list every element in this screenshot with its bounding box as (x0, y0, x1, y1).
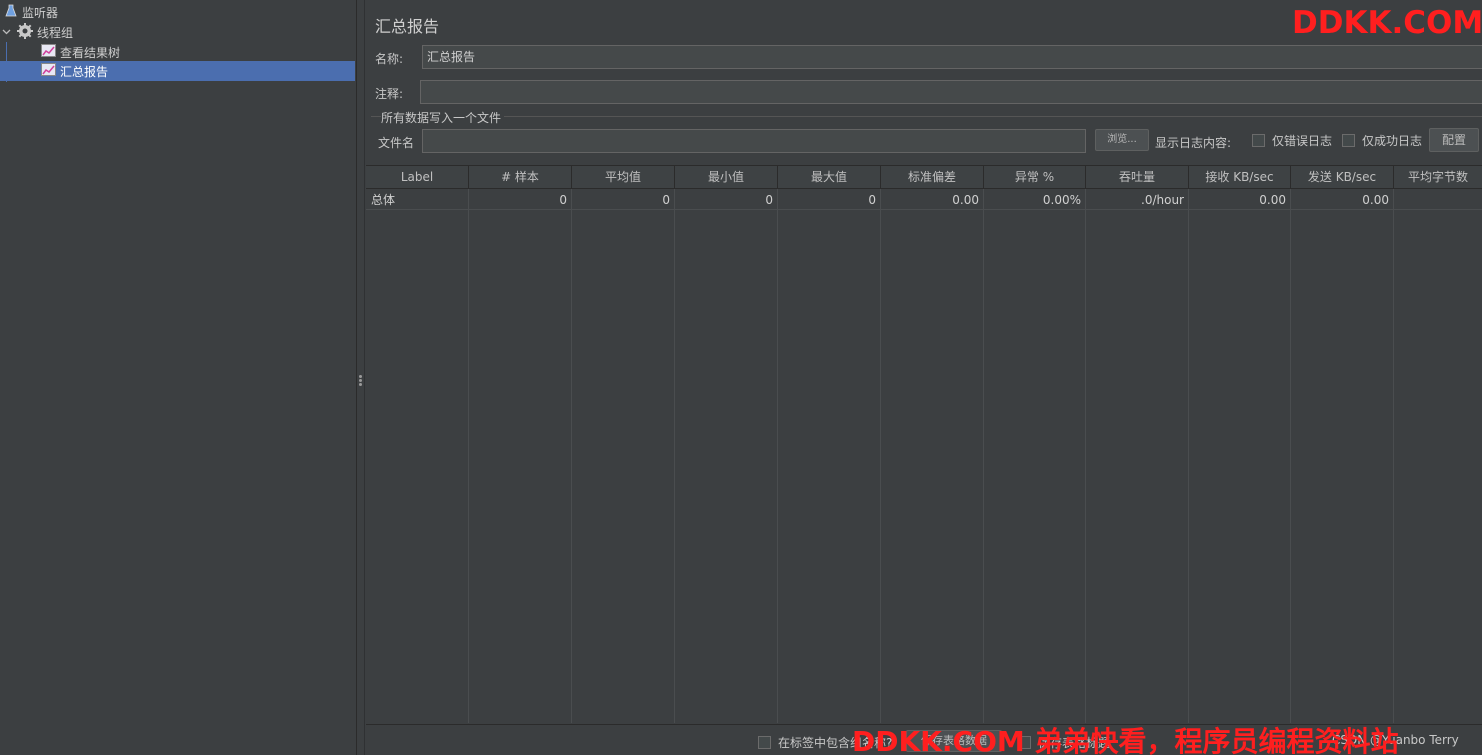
column-header[interactable]: 平均字节数 (1394, 166, 1482, 189)
column-divider (1085, 189, 1086, 723)
filename-label: 文件名 (378, 136, 415, 150)
column-divider (1188, 189, 1189, 723)
watermark-bottom: DDKK.COM 弟弟快看，程序员编程资料站 (852, 725, 1399, 755)
name-field[interactable]: 汇总报告 (422, 45, 1482, 69)
column-header[interactable]: 吞吐量 (1086, 166, 1189, 189)
chart-icon (41, 44, 56, 60)
table-cell: 0 (765, 193, 773, 207)
chevron-down-icon[interactable] (2, 25, 11, 39)
comment-field[interactable] (420, 80, 1482, 104)
column-header[interactable]: 发送 KB/sec (1291, 166, 1394, 189)
gear-icon (17, 22, 33, 42)
column-header[interactable]: Label (366, 166, 469, 189)
drag-handle-dot (359, 375, 362, 378)
tree-item-listener[interactable]: 监听器 (4, 2, 58, 22)
configure-button[interactable]: 配置 (1429, 128, 1479, 152)
tree-item-view-results-tree[interactable]: 查看结果树 (41, 42, 120, 62)
chart-icon (41, 63, 56, 79)
watermark-top: DDKK.COM (1292, 5, 1482, 41)
column-divider (1290, 189, 1291, 723)
tree-item-label: 查看结果树 (60, 45, 121, 60)
tree-item-label: 线程组 (37, 25, 74, 40)
name-label: 名称: (375, 52, 404, 66)
column-header[interactable]: 最小值 (675, 166, 778, 189)
table-cell: 0.00 (952, 193, 979, 207)
group-title: 所有数据写入一个文件 (381, 109, 505, 126)
table-cell (1394, 190, 1482, 210)
browse-button[interactable]: 浏览... (1095, 129, 1149, 151)
table-cell: 0 (662, 193, 670, 207)
checkbox-box[interactable] (1342, 134, 1355, 147)
comment-label: 注释: (375, 87, 404, 101)
column-header[interactable]: 标准偏差 (881, 166, 984, 189)
table-cell: 0.00 (1362, 193, 1389, 207)
results-table: Label # 样本 平均值 最小值 最大值 标准偏差 异常 % 吞吐量 接收 … (366, 165, 1482, 723)
column-divider (1393, 189, 1394, 723)
table-cell: 0.00% (1042, 193, 1081, 207)
column-divider (777, 189, 778, 723)
table-cell: 0 (868, 193, 876, 207)
test-plan-tree: 监听器 线程组 查看结果树 汇总报告 (0, 0, 356, 755)
column-divider (468, 189, 469, 723)
tree-item-label: 汇总报告 (60, 64, 109, 79)
errors-only-label: 仅错误日志 (1272, 134, 1333, 148)
table-cell: .0/hour (1141, 193, 1184, 207)
success-only-checkbox[interactable]: 仅成功日志 (1342, 132, 1422, 149)
column-divider (983, 189, 984, 723)
checkbox-box[interactable] (1252, 134, 1265, 147)
group-border (371, 116, 1482, 117)
column-header[interactable]: 平均值 (572, 166, 675, 189)
table-cell: 0 (559, 193, 567, 207)
summary-report-panel: 汇总报告 名称: 汇总报告 注释: 所有数据写入一个文件 文件名 浏览... 显… (366, 0, 1482, 755)
column-header[interactable]: 异常 % (984, 166, 1086, 189)
column-divider (674, 189, 675, 723)
column-header[interactable]: 接收 KB/sec (1189, 166, 1291, 189)
table-cell: 0.00 (1259, 193, 1286, 207)
tree-item-label: 监听器 (22, 5, 59, 20)
drag-handle-dot (359, 383, 362, 386)
split-pane-divider[interactable] (356, 0, 365, 755)
tree-item-summary-report[interactable]: 汇总报告 (0, 61, 355, 81)
checkbox-box[interactable] (758, 736, 771, 749)
table-header: Label # 样本 平均值 最小值 最大值 标准偏差 异常 % 吞吐量 接收 … (366, 166, 1482, 189)
drag-handle-dot (359, 379, 362, 382)
log-content-label: 显示日志内容: (1155, 136, 1232, 150)
table-row[interactable]: 总体 0 0 0 0 0.00 0.00% .0/hour 0.00 0.00 (366, 190, 1482, 210)
column-divider (571, 189, 572, 723)
tree-item-thread-group[interactable]: 线程组 (2, 22, 73, 42)
flask-icon (4, 4, 18, 21)
column-divider (880, 189, 881, 723)
success-only-label: 仅成功日志 (1362, 134, 1423, 148)
table-cell: 总体 (371, 193, 396, 207)
column-header[interactable]: 最大值 (778, 166, 881, 189)
column-header[interactable]: # 样本 (469, 166, 572, 189)
page-title: 汇总报告 (375, 17, 440, 36)
filename-field[interactable] (422, 129, 1086, 153)
errors-only-checkbox[interactable]: 仅错误日志 (1252, 132, 1332, 149)
